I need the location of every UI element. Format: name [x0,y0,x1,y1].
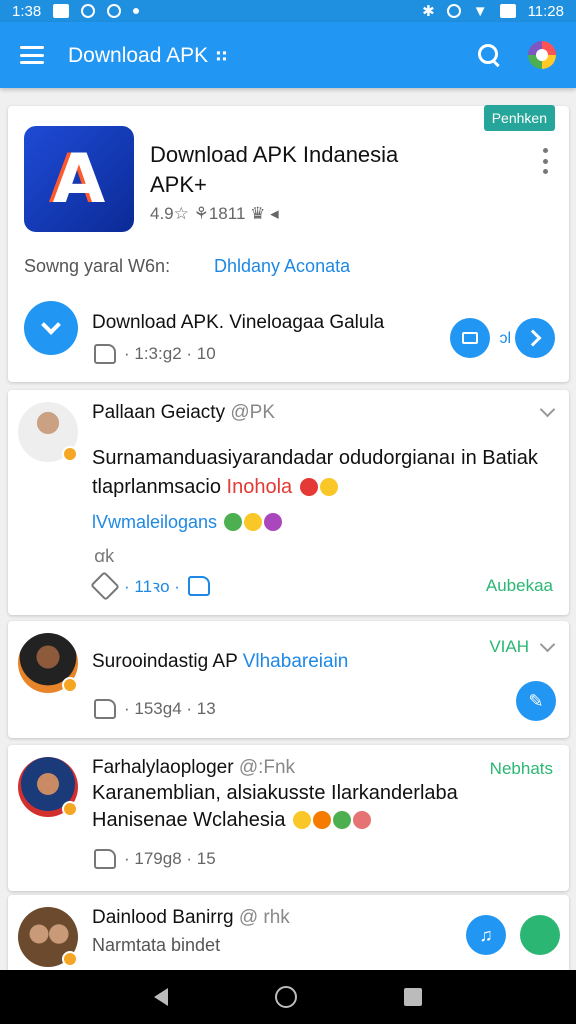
system-nav-bar [0,970,576,1024]
app-bar: Download APK ⠶ [0,22,576,88]
post-card[interactable]: Surooindastig AP Vlhabareiain VIAH · 153… [8,621,569,738]
recents-icon[interactable] [404,988,423,1006]
music-button[interactable]: ♫ [466,915,506,955]
emoji-icon [333,811,351,829]
like-row: · 11ꝛo · [90,570,210,601]
like-count: · 179g8 · 15 [124,849,216,868]
emoji-icon [293,811,311,829]
app-logo-icon[interactable]: A [24,126,134,232]
download-button[interactable] [24,301,78,355]
author-handle: @:Fnk [238,757,296,778]
share-button[interactable] [520,915,560,955]
like-count: · 11ꝛo · [124,577,180,596]
notification-icon [81,4,96,18]
author-name: Dainlood Banirrg [92,907,234,928]
like-count: · 1:3:g2 · 10 [124,344,216,363]
chevron-down-icon[interactable] [539,401,556,418]
chevron-down-icon [41,315,61,335]
emoji-icon [299,478,318,496]
emoji-icon [313,811,331,829]
emoji-icon [353,811,371,829]
next-button[interactable] [515,318,555,358]
post-text-line: Narmtata bindet [92,935,221,955]
like-row: · 153g4 · 13 [94,699,216,719]
post-text-segment: Hanisenae Wclahesia [92,809,286,831]
app-rating-meta: 4.9☆ ⚘1811 ♛ ◂ [150,204,279,223]
notification-icon [107,4,122,18]
post-card[interactable]: Pallaan Geiacty @PK Surnamanduasiyaranda… [8,390,569,615]
menu-icon[interactable] [20,46,44,64]
author-name: Pallaan Geiacty [92,402,226,423]
post-link-text: lVwmaleilogans [92,512,218,532]
app-logo-glyph: A [52,139,106,219]
emoji-icon [224,513,243,531]
chevron-right-icon [524,329,542,347]
app-card[interactable]: A Download APK Indanesia APK+ 4.9☆ ⚘1811… [8,105,569,382]
bluetooth-icon: ✱ [422,3,435,20]
like-row: · 179g8 · 15 [94,849,216,869]
post-author: Farhalylaoploger @:Fnk [92,757,295,779]
signal-icon [499,4,516,18]
author-link[interactable]: Vlhabareiain [243,651,349,672]
thumb-up-icon[interactable] [187,575,210,596]
author-name: Surooindastig AP [92,651,238,672]
post-text-highlight: Inohola [226,476,293,498]
post-action-link[interactable]: Nebhats [490,759,553,779]
more-options-icon[interactable] [543,148,549,174]
status-time-right: 11:28 [527,2,564,20]
post-author: Pallaan Geiacty @PK [92,402,275,424]
status-bar: 1:38 ✱ ▼ 11:28 [0,0,576,22]
post-action-link[interactable]: VIAH [489,637,529,657]
verified-badge-icon [62,951,78,967]
verified-badge-icon [62,801,78,817]
author-handle: @PK [230,402,275,423]
post-author: Surooindastig AP Vlhabareiain [92,651,348,673]
screen-button[interactable] [450,318,490,358]
status-badge[interactable]: Penhken [483,105,555,131]
emoji-icon [319,478,338,496]
post-text-line: Hanisenae Wclahesia [92,806,371,835]
post-text-segment: tlaprlanmsacio [92,476,227,498]
alarm-icon [446,4,461,18]
post-card[interactable]: Dainlood Banirrg @ rhk Narmtata bindet ♫ [8,895,569,975]
author-handle: @ rhk [238,907,290,928]
post-author: Dainlood Banirrg @ rhk [92,907,290,929]
search-icon[interactable] [476,42,502,68]
app-info-link[interactable]: Dhldany Aconata [214,256,350,277]
emoji-icon [244,513,263,531]
post-action-link[interactable]: Aubekaa [486,576,553,596]
thumb-up-icon[interactable] [94,699,116,719]
author-name: Farhalylaoploger [92,757,234,778]
thumb-up-icon[interactable] [94,849,116,869]
tag-icon[interactable] [90,570,120,601]
back-icon[interactable] [153,988,168,1006]
post-text-line: Karanemblian, alsiakusste Ilarkanderlaba [92,782,458,804]
post-card[interactable]: Farhalylaoploger @:Fnk Nebhats Karanembl… [8,745,569,891]
edit-button[interactable]: ✎ [516,681,556,721]
post-symbol: ꭤk [94,546,115,566]
chevron-down-icon[interactable] [539,636,556,653]
status-time-left: 1:38 [12,2,42,20]
account-logo-icon[interactable] [528,41,556,69]
notification-icon [53,4,70,18]
like-row: · 1:3:g2 · 10 [94,344,216,364]
notification-dot-icon [133,8,140,14]
thumb-up-icon[interactable] [94,344,116,364]
screen-icon [462,332,478,344]
post-text-line: Surnamanduasiyarandadar odudorgianaı in … [92,447,538,469]
home-icon[interactable] [274,986,297,1008]
wifi-icon: ▼ [472,2,488,20]
download-text[interactable]: Download APK. Vineloagaa Galula [92,312,384,334]
app-title: Download APK Indanesia APK+ [150,142,399,197]
like-count: · 153g4 · 13 [124,699,216,718]
emoji-icon [264,513,283,531]
app-bar-title: Download APK ⠶ [68,43,230,67]
post-link[interactable]: lVwmaleilogans [92,512,283,533]
verified-badge-icon [62,677,78,693]
post-text-line: tlaprlanmsacio Inohola [92,473,338,502]
app-info-label: Sowng yaral W6n: [24,256,171,276]
verified-badge-icon [62,446,78,462]
download-tag: ɔl [499,330,511,347]
